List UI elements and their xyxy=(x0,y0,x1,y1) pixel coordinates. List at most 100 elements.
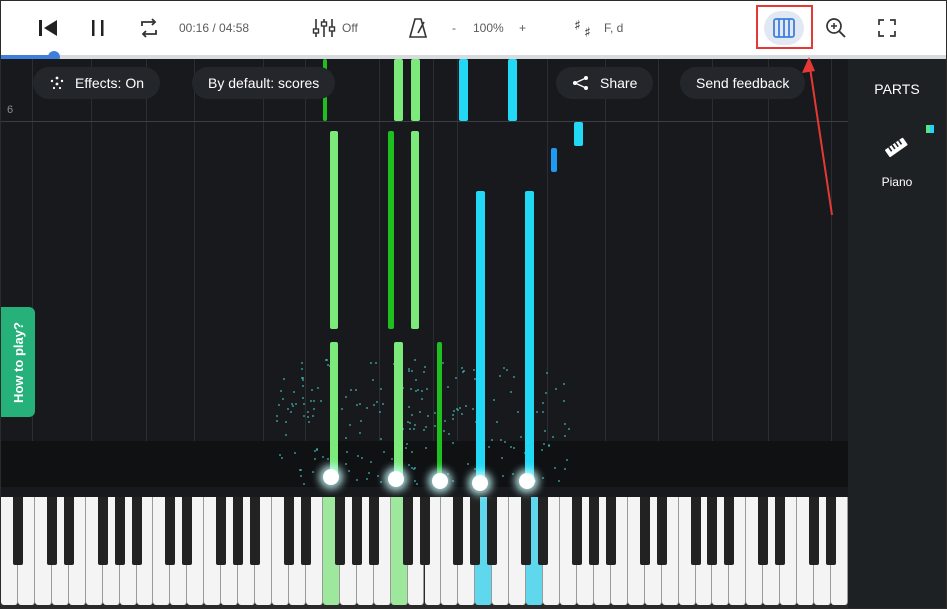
particle xyxy=(442,429,445,432)
black-key[interactable] xyxy=(521,497,532,565)
skip-back-button[interactable] xyxy=(37,1,59,55)
black-key[interactable] xyxy=(639,497,650,565)
particle xyxy=(565,458,568,461)
share-button[interactable]: Share xyxy=(556,67,654,99)
particle xyxy=(409,388,412,391)
black-key[interactable] xyxy=(182,497,193,565)
black-key[interactable] xyxy=(63,497,74,565)
black-key[interactable] xyxy=(453,497,464,565)
black-key[interactable] xyxy=(368,497,379,565)
particle xyxy=(442,362,445,364)
particle xyxy=(376,400,379,403)
particle xyxy=(276,419,279,422)
send-feedback-button[interactable]: Send feedback xyxy=(680,67,806,99)
particle xyxy=(306,410,309,413)
particle xyxy=(284,421,287,424)
black-key[interactable] xyxy=(724,497,735,565)
key-button[interactable]: ♯ ♯ xyxy=(574,1,598,55)
grid-line xyxy=(605,59,606,441)
zoom-button[interactable] xyxy=(825,1,847,55)
fullscreen-button[interactable] xyxy=(877,1,897,55)
particle xyxy=(411,413,414,416)
black-key[interactable] xyxy=(165,497,176,565)
particle xyxy=(408,422,411,425)
black-key[interactable] xyxy=(300,497,311,565)
particle xyxy=(419,410,422,413)
particle xyxy=(391,457,394,460)
black-key[interactable] xyxy=(470,497,481,565)
black-key[interactable] xyxy=(283,497,294,565)
particle xyxy=(417,388,420,391)
black-key[interactable] xyxy=(12,497,23,565)
app-window: 00:16 / 04:58 Off - 100% + ♯ ♯ F, d 6 Ef… xyxy=(0,0,947,609)
black-key[interactable] xyxy=(571,497,582,565)
particle xyxy=(407,406,410,409)
particle xyxy=(542,402,545,405)
particle xyxy=(459,407,462,410)
grid-line xyxy=(457,59,458,441)
default-view-button[interactable]: By default: scores xyxy=(192,67,336,99)
falling-note xyxy=(330,342,338,482)
black-key[interactable] xyxy=(775,497,786,565)
mixer-sliders-icon xyxy=(312,19,336,37)
black-key[interactable] xyxy=(114,497,125,565)
black-key[interactable] xyxy=(402,497,413,565)
black-key[interactable] xyxy=(351,497,362,565)
particle xyxy=(505,369,508,372)
particle xyxy=(413,479,416,482)
black-key[interactable] xyxy=(588,497,599,565)
particle xyxy=(520,435,523,438)
tempo-decrease-button[interactable]: - xyxy=(452,1,456,55)
black-key[interactable] xyxy=(233,497,244,565)
black-key[interactable] xyxy=(250,497,261,565)
particle xyxy=(451,441,454,444)
annotation-arrow xyxy=(802,57,833,216)
particle xyxy=(301,385,304,388)
hit-spark xyxy=(388,471,404,487)
black-key[interactable] xyxy=(334,497,345,565)
black-key[interactable] xyxy=(419,497,430,565)
particle xyxy=(567,428,570,431)
particle xyxy=(365,477,368,480)
particle xyxy=(350,389,353,392)
metronome-button[interactable] xyxy=(408,1,428,55)
particle xyxy=(540,449,543,452)
pause-button[interactable] xyxy=(89,1,107,55)
black-key[interactable] xyxy=(809,497,820,565)
particle xyxy=(407,463,410,466)
black-key[interactable] xyxy=(758,497,769,565)
particle xyxy=(564,435,567,438)
black-key[interactable] xyxy=(46,497,57,565)
tempo-value: 100% xyxy=(473,21,504,35)
how-to-play-label: How to play? xyxy=(10,321,26,403)
particle xyxy=(414,423,417,426)
black-key[interactable] xyxy=(487,497,498,565)
loop-icon xyxy=(141,18,157,38)
black-key[interactable] xyxy=(656,497,667,565)
particle xyxy=(326,359,329,362)
how-to-play-tab[interactable]: How to play? xyxy=(1,307,35,417)
particle xyxy=(404,446,407,449)
loop-button[interactable] xyxy=(138,1,160,55)
black-key[interactable] xyxy=(605,497,616,565)
particle xyxy=(299,474,302,477)
particle xyxy=(544,392,547,395)
particle xyxy=(326,363,329,366)
black-key[interactable] xyxy=(826,497,837,565)
black-key[interactable] xyxy=(131,497,142,565)
part-piano[interactable]: Piano xyxy=(862,123,934,193)
send-feedback-label: Send feedback xyxy=(696,75,790,91)
black-key[interactable] xyxy=(216,497,227,565)
particle xyxy=(491,438,494,441)
piano-keyboard[interactable] xyxy=(1,497,848,608)
mixer-button[interactable] xyxy=(312,1,336,55)
black-key[interactable] xyxy=(97,497,108,565)
tempo-increase-button[interactable]: + xyxy=(519,1,526,55)
black-key[interactable] xyxy=(707,497,718,565)
pause-icon xyxy=(92,20,104,36)
black-key[interactable] xyxy=(690,497,701,565)
particle xyxy=(516,410,519,413)
effects-toggle-button[interactable]: Effects: On xyxy=(33,67,160,99)
key-signature: F, d xyxy=(604,21,624,35)
black-key[interactable] xyxy=(538,497,549,565)
